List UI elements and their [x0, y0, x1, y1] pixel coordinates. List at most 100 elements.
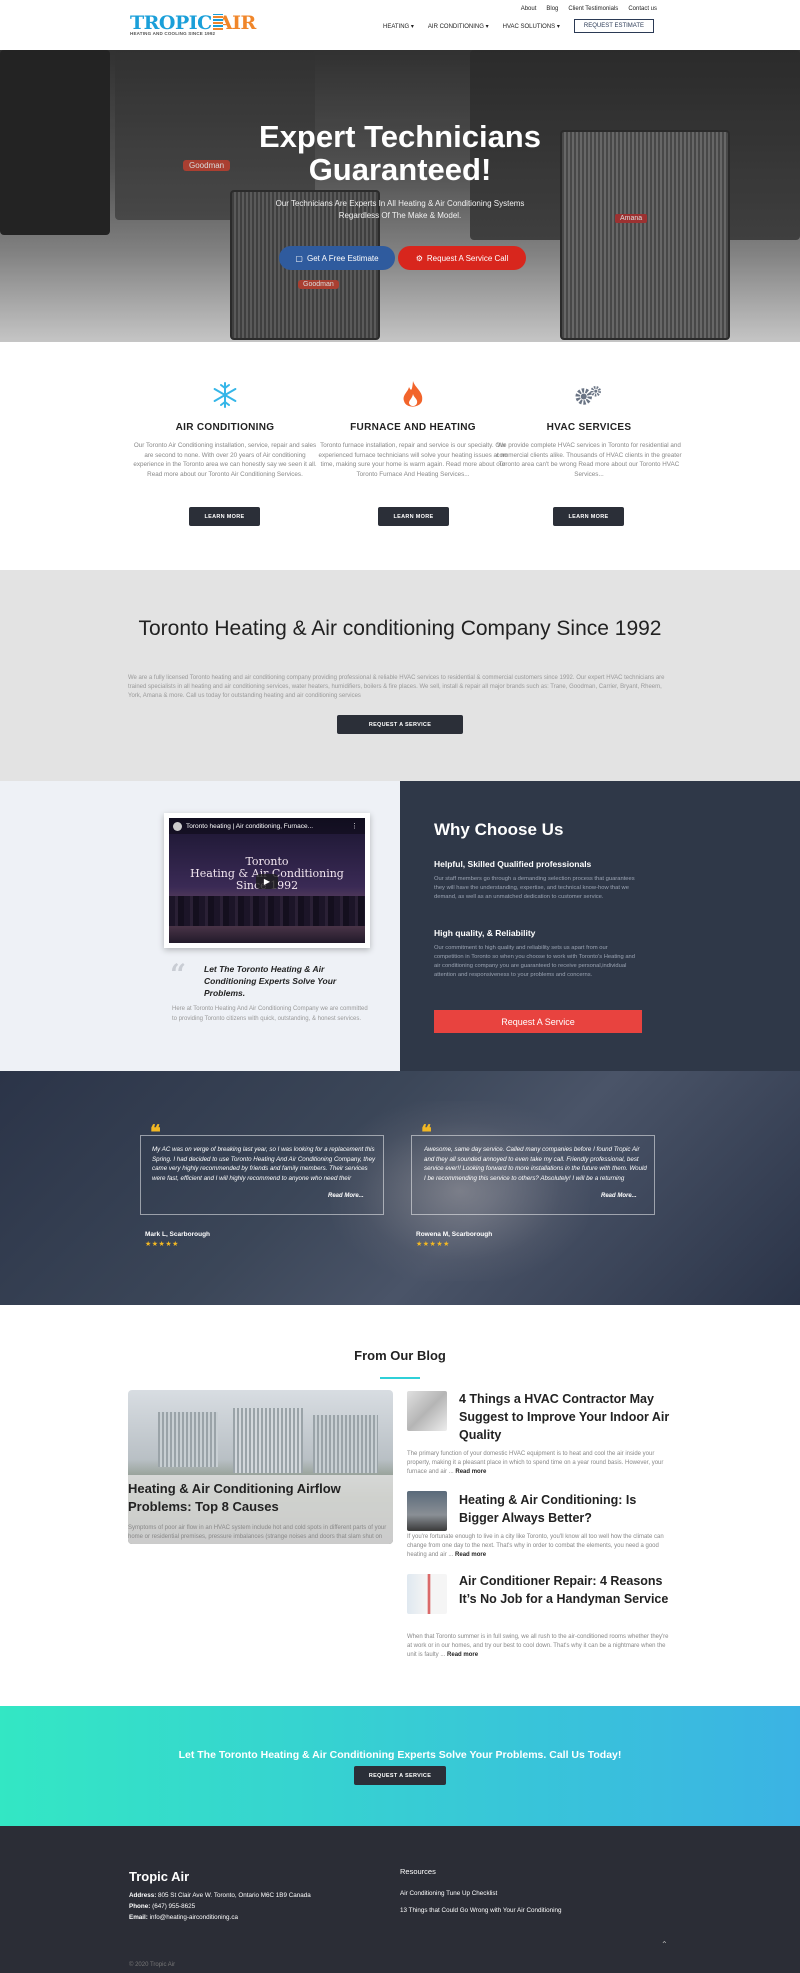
service-description: Our Toronto Air Conditioning installatio… — [133, 442, 317, 478]
request-service-call-button[interactable]: ⚙ Request A Service Call — [398, 246, 526, 270]
cta-text: Let The Toronto Heating & Air Conditioni… — [178, 1749, 622, 1761]
company-section: Toronto Heating & Air conditioning Compa… — [0, 570, 800, 781]
top-link-testimonials[interactable]: Client Testimonials — [568, 6, 618, 12]
channel-avatar — [173, 821, 182, 831]
top-link-contact[interactable]: Contact us — [628, 6, 657, 12]
nav-item-heating[interactable]: HEATING ▾ — [383, 23, 414, 30]
nav-item-air-conditioning[interactable]: AIR CONDITIONING ▾ — [428, 23, 489, 30]
ac-units-image — [313, 1415, 378, 1473]
read-more-link[interactable]: Read more — [447, 1652, 478, 1658]
footer-phone: Phone: (647) 955-8625 — [129, 1903, 196, 1910]
learn-more-button-hvac[interactable]: LEARN MORE — [553, 507, 624, 526]
resource-link-tune-up[interactable]: Air Conditioning Tune Up Checklist — [400, 1890, 497, 1897]
document-icon: ▢ — [295, 253, 303, 263]
rating-stars: ★★★★★ — [416, 1241, 450, 1248]
video-title-bar: Toronto heating | Air conditioning, Furn… — [169, 818, 365, 834]
featured-post-image[interactable] — [128, 1390, 393, 1544]
read-more-link[interactable]: Read More... — [328, 1193, 364, 1199]
hero-title: Expert Technicians Guaranteed! — [259, 119, 541, 187]
more-vert-icon[interactable]: ⋮ — [351, 822, 358, 830]
testimonial-author: Mark L, Scarborough — [145, 1231, 211, 1238]
why-heading-2: High quality, & Reliability — [434, 928, 536, 938]
post-title[interactable]: 4 Things a HVAC Contractor May Suggest t… — [459, 1390, 674, 1444]
skyline — [169, 896, 365, 926]
hero-subtitle: Our Technicians Are Experts In All Heati… — [275, 199, 525, 220]
resource-link-13-things[interactable]: 13 Things that Could Go Wrong with Your … — [400, 1907, 562, 1914]
request-estimate-button[interactable]: REQUEST ESTIMATE — [573, 19, 654, 33]
post-title[interactable]: Air Conditioner Repair: 4 Reasons It’s N… — [459, 1572, 674, 1608]
resources-heading: Resources — [400, 1867, 436, 1876]
ac-units-image — [233, 1408, 303, 1473]
service-title: HVAC SERVICES — [546, 422, 632, 433]
learn-more-button-ac[interactable]: LEARN MORE — [189, 507, 260, 526]
footer-address: Address: 805 St Clair Ave W. Toronto, On… — [129, 1892, 311, 1899]
quote-icon: ❝ — [421, 1120, 432, 1144]
quote-icon: ❝ — [150, 1120, 161, 1144]
post-thumbnail-ac-unit[interactable] — [407, 1574, 447, 1614]
site-footer — [0, 1826, 800, 1973]
testimonial-author: Rowena M, Scarborough — [416, 1231, 493, 1238]
why-paragraph-2: Our commitment to high quality and relia… — [434, 945, 636, 978]
post-title[interactable]: Heating & Air Conditioning: Is Bigger Al… — [459, 1491, 674, 1527]
why-heading-1: Helpful, Skilled Qualified professionals — [434, 859, 592, 869]
hero-overlay — [0, 50, 800, 342]
top-link-about[interactable]: About — [521, 6, 537, 12]
phone-link[interactable]: (647) 955-8625 — [152, 1903, 195, 1910]
why-quote-text: Here at Toronto Heating And Air Conditio… — [172, 1006, 368, 1022]
service-title: AIR CONDITIONING — [175, 422, 275, 433]
why-request-service-button[interactable]: Request A Service — [434, 1010, 642, 1033]
cta-request-service-button[interactable]: REQUEST A SERVICE — [354, 1766, 446, 1785]
read-more-link[interactable]: Read more — [455, 1552, 486, 1558]
post-thumbnail-filters[interactable] — [407, 1391, 447, 1431]
read-more-link[interactable]: Read More... — [601, 1193, 637, 1199]
flame-icon — [398, 380, 428, 410]
copyright: © 2020 Tropic Air — [129, 1962, 176, 1968]
company-title: Toronto Heating & Air conditioning Compa… — [138, 617, 662, 640]
company-description: We are a fully licensed Toronto heating … — [128, 675, 665, 699]
service-furnace-heating: FURNACE AND HEATING Toronto furnace inst… — [318, 380, 508, 479]
gear-icon: ⚙ — [415, 253, 423, 263]
why-title: Why Choose Us — [434, 820, 564, 839]
top-link-blog[interactable]: Blog — [546, 6, 558, 12]
post-thumbnail-technician[interactable] — [407, 1491, 447, 1531]
testimonial-text: My AC was on verge of breaking last year… — [152, 1146, 376, 1182]
footer-email: Email: info@heating-airconditioning.ca — [129, 1914, 238, 1921]
testimonials-section — [0, 1071, 800, 1305]
service-title: FURNACE AND HEATING — [350, 422, 476, 433]
logo-stripes-icon — [213, 14, 223, 30]
read-more-link[interactable]: Read more — [455, 1469, 486, 1475]
learn-more-button-furnace[interactable]: LEARN MORE — [378, 507, 449, 526]
hero-section: Goodman Goodman Amana Expert Technicians… — [0, 50, 800, 342]
rating-stars: ★★★★★ — [145, 1241, 179, 1248]
email-link[interactable]: info@heating-airconditioning.ca — [150, 1914, 238, 1921]
testimonial-text: Awesome, same day service. Called many c… — [424, 1146, 647, 1182]
snowflake-icon — [210, 380, 240, 410]
featured-post-excerpt: Symptoms of poor air flow in an HVAC sys… — [128, 1525, 387, 1540]
free-estimate-button[interactable]: ▢ Get A Free Estimate — [279, 246, 395, 270]
nav-item-hvac-solutions[interactable]: HVAC SOLUTIONS ▾ — [503, 23, 560, 30]
featured-post-title[interactable]: Heating & Air Conditioning Airflow Probl… — [128, 1480, 393, 1516]
scroll-to-top-icon[interactable]: ⌃ — [661, 1940, 668, 1949]
service-air-conditioning: AIR CONDITIONING Our Toronto Air Conditi… — [130, 380, 320, 479]
ac-units-image — [158, 1412, 218, 1467]
blog-heading: From Our Blog — [354, 1348, 446, 1363]
post-excerpt: When that Toronto summer is in full swin… — [407, 1634, 669, 1658]
main-nav: HEATING ▾ AIR CONDITIONING ▾ HVAC SOLUTI… — [383, 19, 654, 33]
site-header: TROPIC AIR HEATING AND COOLING SINCE 199… — [0, 0, 800, 50]
post-excerpt: The primary function of your domestic HV… — [407, 1451, 664, 1475]
video-player[interactable]: Toronto heating | Air conditioning, Furn… — [164, 813, 370, 948]
why-quote: Let The Toronto Heating & Air Conditioni… — [204, 964, 337, 998]
chevron-down-icon: ▾ — [485, 23, 489, 30]
request-service-button[interactable]: REQUEST A SERVICE — [337, 715, 463, 734]
chevron-down-icon: ▾ — [410, 23, 414, 30]
chevron-down-icon: ▾ — [556, 23, 560, 30]
why-paragraph-1: Our staff members go through a demanding… — [434, 876, 635, 900]
service-description: We provide complete HVAC services in Tor… — [496, 442, 682, 478]
video-title: Toronto heating | Air conditioning, Furn… — [186, 822, 314, 830]
top-links: About Blog Client Testimonials Contact u… — [521, 6, 657, 12]
video-thumbnail: Toronto heating | Air conditioning, Furn… — [169, 818, 365, 943]
logo-tagline: HEATING AND COOLING SINCE 1992 — [130, 31, 216, 36]
play-button-icon[interactable]: ▶ — [256, 874, 278, 889]
service-description: Toronto furnace installation, repair and… — [318, 442, 508, 478]
footer-title: Tropic Air — [129, 1869, 190, 1884]
